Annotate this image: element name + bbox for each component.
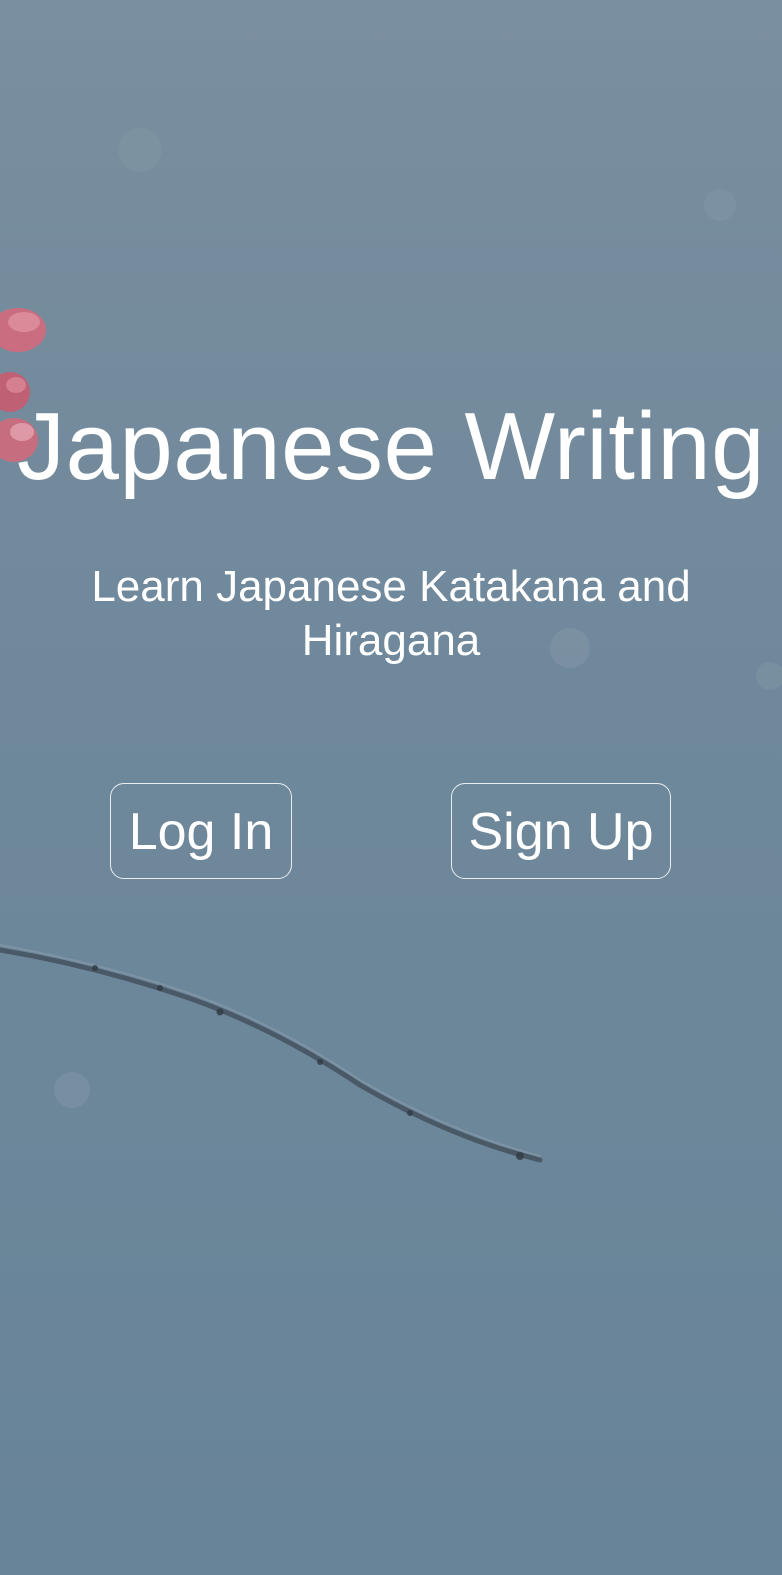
- page-subtitle: Learn Japanese Katakana and Hiragana: [91, 562, 691, 665]
- signup-button[interactable]: Sign Up: [451, 783, 671, 879]
- page-title: Japanese Writing: [17, 393, 765, 500]
- login-button[interactable]: Log In: [110, 783, 292, 879]
